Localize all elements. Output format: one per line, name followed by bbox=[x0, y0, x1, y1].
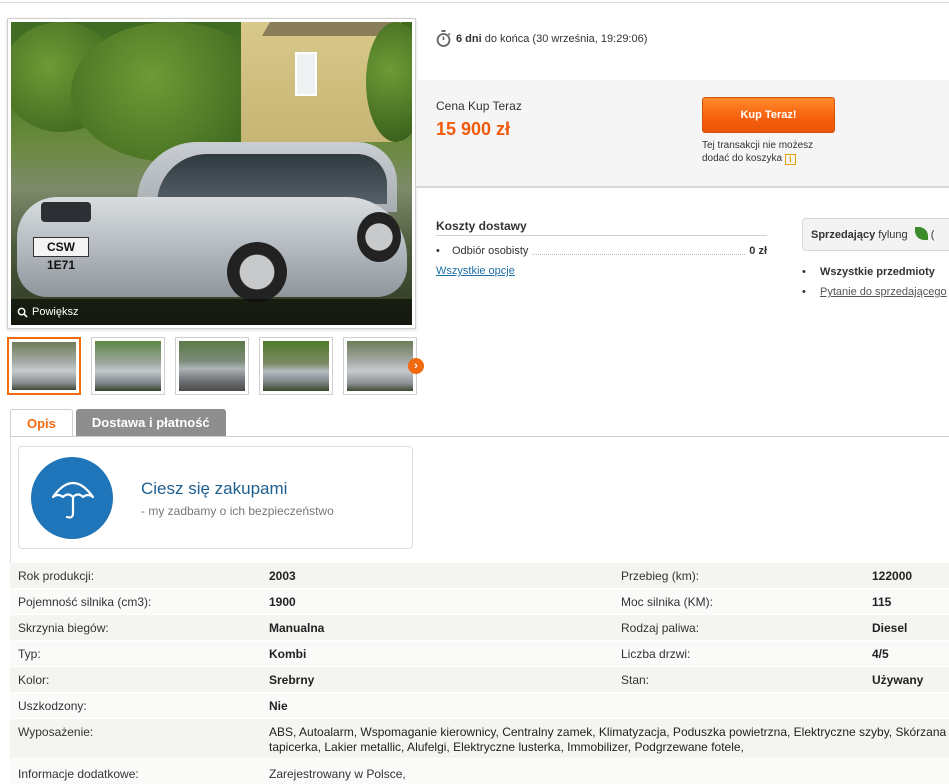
seller-label: Sprzedający bbox=[811, 229, 876, 241]
next-thumbnails-arrow-icon[interactable]: › bbox=[408, 358, 424, 374]
zoom-bar[interactable]: Powiększ bbox=[11, 299, 412, 325]
stopwatch-icon bbox=[436, 30, 451, 47]
shipping-title: Koszty dostawy bbox=[436, 219, 527, 233]
param-label: Liczba drzwi: bbox=[621, 646, 691, 661]
thumbnail-strip bbox=[7, 337, 417, 395]
buy-now-box: Cena Kup Teraz 15 900 zł Kup Teraz! Tej … bbox=[416, 80, 949, 188]
all-shipping-options-link[interactable]: Wszystkie opcje bbox=[436, 265, 515, 277]
magnifier-icon bbox=[17, 307, 28, 318]
thumbnail[interactable] bbox=[175, 337, 249, 395]
param-value: Diesel bbox=[872, 620, 908, 635]
photo-grille bbox=[41, 202, 91, 222]
car-photo[interactable]: CSW 1E71 Powiększ bbox=[11, 22, 412, 325]
seller-links: • Wszystkie przedmioty • Pytanie do sprzed… bbox=[802, 266, 947, 298]
param-value: Kombi bbox=[269, 646, 307, 661]
param-label: Rok produkcji: bbox=[18, 568, 95, 583]
param-value: Zarejestrowany w Polsce, bbox=[269, 766, 406, 781]
param-label: Wyposażenie: bbox=[18, 725, 94, 739]
param-value: Manualna bbox=[269, 620, 325, 635]
seller-all-items-link[interactable]: Wszystkie przedmioty bbox=[820, 266, 935, 278]
cart-note-text: Tej transakcji nie możesz dodać do koszy… bbox=[702, 140, 814, 164]
cart-note: Tej transakcji nie możesz dodać do koszy… bbox=[702, 139, 842, 165]
seller-box[interactable]: Sprzedający fylung ( bbox=[802, 218, 949, 251]
shipping-option: • Odbiór osobisty 0 zł bbox=[436, 245, 767, 257]
param-value: 4/5 bbox=[872, 646, 889, 661]
shipping-option-name: Odbiór osobisty bbox=[452, 245, 529, 257]
banner-subtitle: - my zadbamy o ich bezpieczeństwo bbox=[141, 504, 334, 518]
param-label: Informacje dodatkowe: bbox=[18, 766, 139, 781]
ask-seller-link[interactable]: Pytanie do sprzedającego bbox=[820, 286, 947, 298]
table-row: Skrzynia biegów: Manualna Rodzaj paliwa:… bbox=[10, 615, 949, 641]
tabs: Opis Dostawa i płatność bbox=[10, 409, 226, 437]
photo-car bbox=[17, 142, 407, 302]
table-row: Uszkodzony: Nie bbox=[10, 693, 949, 719]
tab-delivery-payment[interactable]: Dostawa i płatność bbox=[75, 409, 226, 436]
param-label: Pojemność silnika (cm3): bbox=[18, 594, 152, 609]
param-label: Uszkodzony: bbox=[18, 698, 87, 713]
param-value: Używany bbox=[872, 672, 924, 687]
thumbnail[interactable] bbox=[91, 337, 165, 395]
seller-name[interactable]: fylung bbox=[878, 229, 907, 241]
param-label: Kolor: bbox=[18, 672, 50, 687]
license-plate: CSW 1E71 bbox=[33, 237, 89, 272]
table-row: Wyposażenie: ABS, Autoalarm, Wspomaganie… bbox=[10, 719, 949, 759]
main-photo[interactable]: CSW 1E71 Powiększ bbox=[7, 18, 416, 329]
top-divider bbox=[0, 2, 949, 3]
thumbnail[interactable] bbox=[343, 337, 417, 395]
param-label: Stan: bbox=[621, 672, 650, 687]
auction-timer: 6 dni do końca (30 września, 19:29:06) bbox=[436, 30, 647, 47]
tab-description[interactable]: Opis bbox=[10, 409, 73, 437]
param-label: Moc silnika (KM): bbox=[621, 594, 714, 609]
time-left-end: do końca (30 września, 19:29:06) bbox=[484, 32, 648, 45]
table-row: Pojemność silnika (cm3): 1900 Moc silnik… bbox=[10, 589, 949, 615]
thumbnail[interactable] bbox=[7, 337, 81, 395]
buy-now-price: 15 900 zł bbox=[436, 119, 511, 139]
param-value: Srebrny bbox=[269, 672, 315, 687]
param-value: Nie bbox=[269, 698, 288, 713]
param-value: 2003 bbox=[269, 568, 296, 583]
table-row: Typ: Kombi Liczba drzwi: 4/5 bbox=[10, 641, 949, 667]
leaf-icon bbox=[914, 227, 928, 240]
banner-title: Ciesz się zakupami bbox=[141, 479, 288, 498]
thumbnail[interactable] bbox=[259, 337, 333, 395]
buy-now-button[interactable]: Kup Teraz! bbox=[702, 97, 835, 133]
param-value: 115 bbox=[872, 594, 892, 609]
param-label: Przebieg (km): bbox=[621, 568, 700, 583]
table-row: Informacje dodatkowe: Zarejestrowany w P… bbox=[10, 759, 949, 784]
table-row: Kolor: Srebrny Stan: Używany bbox=[10, 667, 949, 693]
param-value: 1900 bbox=[269, 594, 296, 609]
param-label: Skrzynia biegów: bbox=[18, 620, 109, 635]
seller-paren: ( bbox=[930, 229, 935, 241]
shipping-divider bbox=[436, 235, 767, 236]
buy-now-label: Cena Kup Teraz bbox=[436, 99, 522, 113]
param-value: 122000 bbox=[872, 568, 913, 583]
info-icon[interactable]: i bbox=[784, 154, 796, 165]
zoom-label: Powiększ bbox=[32, 306, 79, 318]
safe-shopping-banner[interactable]: Ciesz się zakupami - my zadbamy o ich be… bbox=[18, 446, 413, 549]
table-row: Rok produkcji: 2003 Przebieg (km): 12200… bbox=[10, 563, 949, 589]
parameters-table: Rok produkcji: 2003 Przebieg (km): 12200… bbox=[10, 563, 949, 784]
umbrella-icon bbox=[31, 457, 113, 539]
shipping-option-price: 0 zł bbox=[749, 245, 767, 257]
photo-window bbox=[295, 52, 317, 96]
param-value: ABS, Autoalarm, Wspomaganie kierownicy, … bbox=[269, 725, 947, 754]
param-label: Typ: bbox=[18, 646, 41, 661]
param-label: Rodzaj paliwa: bbox=[621, 620, 700, 635]
time-left-days: 6 dni bbox=[456, 32, 482, 45]
